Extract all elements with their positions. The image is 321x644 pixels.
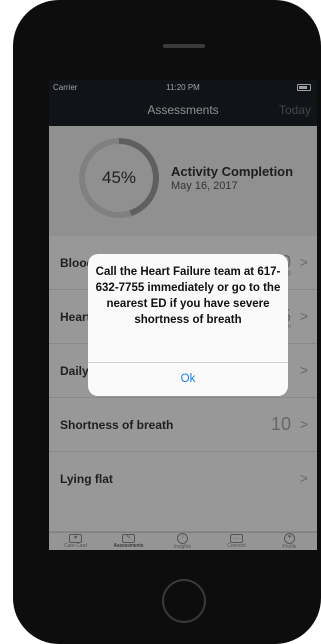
phone-frame: Carrier 11:20 PM Assessments Today 45% A… bbox=[13, 0, 321, 644]
ok-button[interactable]: Ok bbox=[88, 362, 288, 396]
alert-message: Call the Heart Failure team at 617-632-7… bbox=[95, 266, 281, 326]
home-button[interactable] bbox=[162, 579, 206, 623]
speaker-grille bbox=[163, 44, 205, 48]
screen: Carrier 11:20 PM Assessments Today 45% A… bbox=[49, 80, 317, 550]
alert-dialog: Call the Heart Failure team at 617-632-7… bbox=[88, 254, 288, 396]
